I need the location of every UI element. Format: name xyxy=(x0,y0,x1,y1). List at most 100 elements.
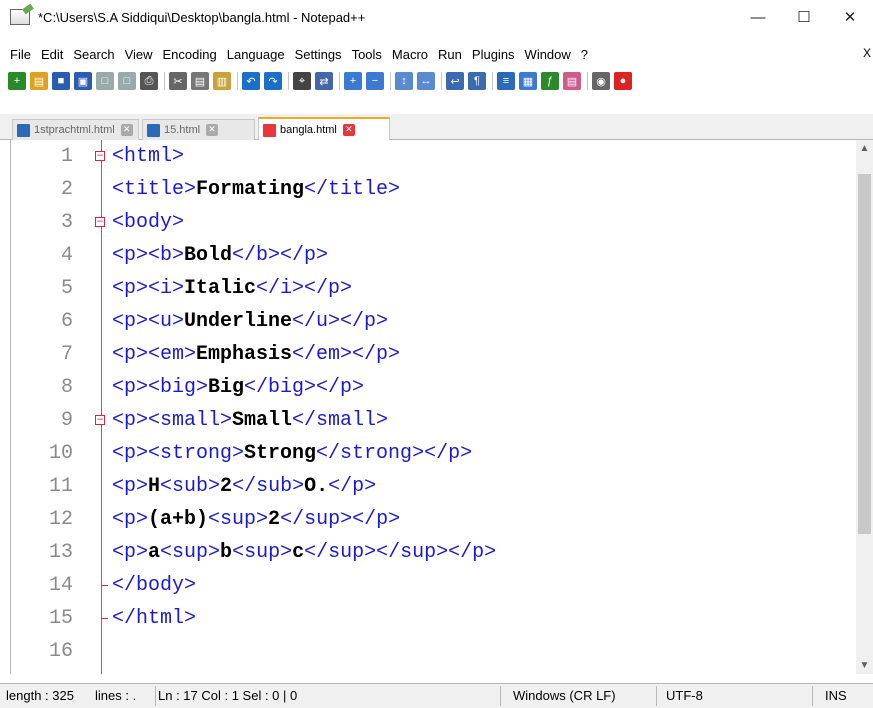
code-line[interactable]: 12 <p>(a+b)<sup>2</sup></p> xyxy=(11,503,851,536)
code-line[interactable]: 9 − <p><small>Small</small> xyxy=(11,404,851,437)
code-line[interactable]: 3 − <body> xyxy=(11,206,851,239)
sync-vertical-icon[interactable]: ↕ xyxy=(395,72,413,90)
status-insert-mode[interactable]: INS xyxy=(825,688,847,703)
menu-search[interactable]: Search xyxy=(69,47,118,62)
menu-settings[interactable]: Settings xyxy=(291,47,346,62)
folder-workspace-icon[interactable]: ▤ xyxy=(563,72,581,90)
menu-language[interactable]: Language xyxy=(223,47,289,62)
code-text: <p>a<sup>b<sup>c</sup></sup></p> xyxy=(112,541,496,564)
scrollbar-thumb[interactable] xyxy=(858,174,871,534)
code-line[interactable]: 5 <p><i>Italic</i></p> xyxy=(11,272,851,305)
tab-close-icon[interactable]: ✕ xyxy=(342,124,355,136)
code-text: <p><small>Small</small> xyxy=(112,409,388,432)
vertical-scrollbar[interactable]: ▲ ▼ xyxy=(856,140,873,674)
save-icon[interactable]: ■ xyxy=(52,72,70,90)
menu-help[interactable]: ? xyxy=(577,47,592,62)
open-file-icon[interactable]: ▤ xyxy=(30,72,48,90)
paste-icon[interactable]: ▥ xyxy=(213,72,231,90)
fold-end-marker xyxy=(101,585,108,586)
code-line[interactable]: 15 </html> xyxy=(11,602,851,635)
code-line[interactable]: 6 <p><u>Underline</u></p> xyxy=(11,305,851,338)
code-tag-text: <html> xyxy=(112,145,185,168)
code-tag-text: <p><strong> xyxy=(112,442,245,465)
minimize-button[interactable]: — xyxy=(735,0,781,34)
close-icon[interactable]: □ xyxy=(96,72,114,90)
menu-macro[interactable]: Macro xyxy=(388,47,432,62)
show-all-chars-icon[interactable]: ¶ xyxy=(468,72,486,90)
code-line[interactable]: 14 </body> xyxy=(11,569,851,602)
status-eol[interactable]: Windows (CR LF) xyxy=(513,688,616,703)
close-document-button[interactable]: X xyxy=(863,46,871,60)
code-tag-text: <p><em> xyxy=(112,343,197,366)
maximize-button[interactable]: ☐ xyxy=(781,0,827,34)
code-line[interactable]: 16 xyxy=(11,635,851,668)
menu-encoding[interactable]: Encoding xyxy=(159,47,221,62)
code-line[interactable]: 2 <title>Formating</title> xyxy=(11,173,851,206)
line-number: 9 xyxy=(60,409,73,432)
code-content-text: Italic xyxy=(184,277,257,300)
function-list-icon[interactable]: ƒ xyxy=(541,72,559,90)
redo-icon[interactable]: ↷ xyxy=(264,72,282,90)
zoom-in-icon[interactable]: + xyxy=(344,72,362,90)
status-encoding[interactable]: UTF-8 xyxy=(666,688,703,703)
indent-guide-icon[interactable]: ≡ xyxy=(497,72,515,90)
close-all-icon[interactable]: □ xyxy=(118,72,136,90)
code-line[interactable]: 11 <p>H<sub>2</sub>O.</p> xyxy=(11,470,851,503)
close-window-button[interactable]: ✕ xyxy=(827,0,873,34)
doc-map-icon[interactable]: ▦ xyxy=(519,72,537,90)
monitoring-icon[interactable]: ◉ xyxy=(592,72,610,90)
menu-window[interactable]: Window xyxy=(521,47,575,62)
copy-icon[interactable]: ▤ xyxy=(191,72,209,90)
fold-toggle-icon[interactable]: − xyxy=(95,415,105,425)
new-file-icon[interactable]: + xyxy=(8,72,26,90)
tab-close-icon[interactable]: ✕ xyxy=(206,124,219,136)
code-tag-text: </sup></p> xyxy=(280,508,401,531)
save-all-icon[interactable]: ▣ xyxy=(74,72,92,90)
menu-plugins[interactable]: Plugins xyxy=(468,47,519,62)
zoom-out-icon[interactable]: − xyxy=(366,72,384,90)
tab-label: bangla.html xyxy=(280,124,337,136)
menu-edit[interactable]: Edit xyxy=(37,47,67,62)
scroll-down-arrow-icon[interactable]: ▼ xyxy=(856,657,873,674)
status-separator xyxy=(656,686,657,706)
replace-icon[interactable]: ⇄ xyxy=(315,72,333,90)
code-line[interactable]: 4 <p><b>Bold</b></p> xyxy=(11,239,851,272)
editor-area[interactable]: 1− <html> 2 <title>Formating</title> 3− <body… xyxy=(10,140,873,674)
tab-close-icon[interactable]: ✕ xyxy=(120,124,133,136)
code-content-text: 2 xyxy=(220,475,233,498)
fold-toggle-icon[interactable]: − xyxy=(95,217,105,227)
line-number: 3 xyxy=(60,211,73,234)
record-macro-icon[interactable]: ● xyxy=(614,72,632,90)
print-icon[interactable]: ⎙ xyxy=(140,72,158,90)
code-tag-text: <p><u> xyxy=(112,310,185,333)
toolbar-separator xyxy=(390,72,391,90)
line-number: 10 xyxy=(48,442,73,465)
sync-horizontal-icon[interactable]: ↔ xyxy=(417,72,435,90)
menu-run[interactable]: Run xyxy=(434,47,466,62)
word-wrap-icon[interactable]: ↩ xyxy=(446,72,464,90)
code-text: <p><em>Emphasis</em></p> xyxy=(112,343,400,366)
tab-15[interactable]: 15.html ✕ xyxy=(142,119,255,140)
menu-file[interactable]: File xyxy=(6,47,35,62)
cut-icon[interactable]: ✂ xyxy=(169,72,187,90)
menu-view[interactable]: View xyxy=(121,47,157,62)
line-number: 6 xyxy=(60,310,73,333)
code-line[interactable]: 1 − <html> xyxy=(11,140,851,173)
code-line[interactable]: 10 <p><strong>Strong</strong></p> xyxy=(11,437,851,470)
tab-1stprachtml[interactable]: 1stprachtml.html ✕ xyxy=(12,119,139,140)
tab-bangla[interactable]: bangla.html ✕ xyxy=(258,117,390,141)
line-number: 14 xyxy=(48,574,73,597)
code-content-text: Big xyxy=(208,376,245,399)
status-separator xyxy=(155,686,156,706)
fold-toggle-icon[interactable]: − xyxy=(95,151,105,161)
find-icon[interactable]: ⌖ xyxy=(293,72,311,90)
line-number: 8 xyxy=(60,376,73,399)
undo-icon[interactable]: ↶ xyxy=(242,72,260,90)
menu-tools[interactable]: Tools xyxy=(348,47,386,62)
line-number: 2 xyxy=(60,178,73,201)
code-line[interactable]: 13 <p>a<sup>b<sup>c</sup></sup></p> xyxy=(11,536,851,569)
scroll-up-arrow-icon[interactable]: ▲ xyxy=(856,140,873,157)
code-text: <p><strong>Strong</strong></p> xyxy=(112,442,472,465)
code-line[interactable]: 8 <p><big>Big</big></p> xyxy=(11,371,851,404)
code-line[interactable]: 7 <p><em>Emphasis</em></p> xyxy=(11,338,851,371)
